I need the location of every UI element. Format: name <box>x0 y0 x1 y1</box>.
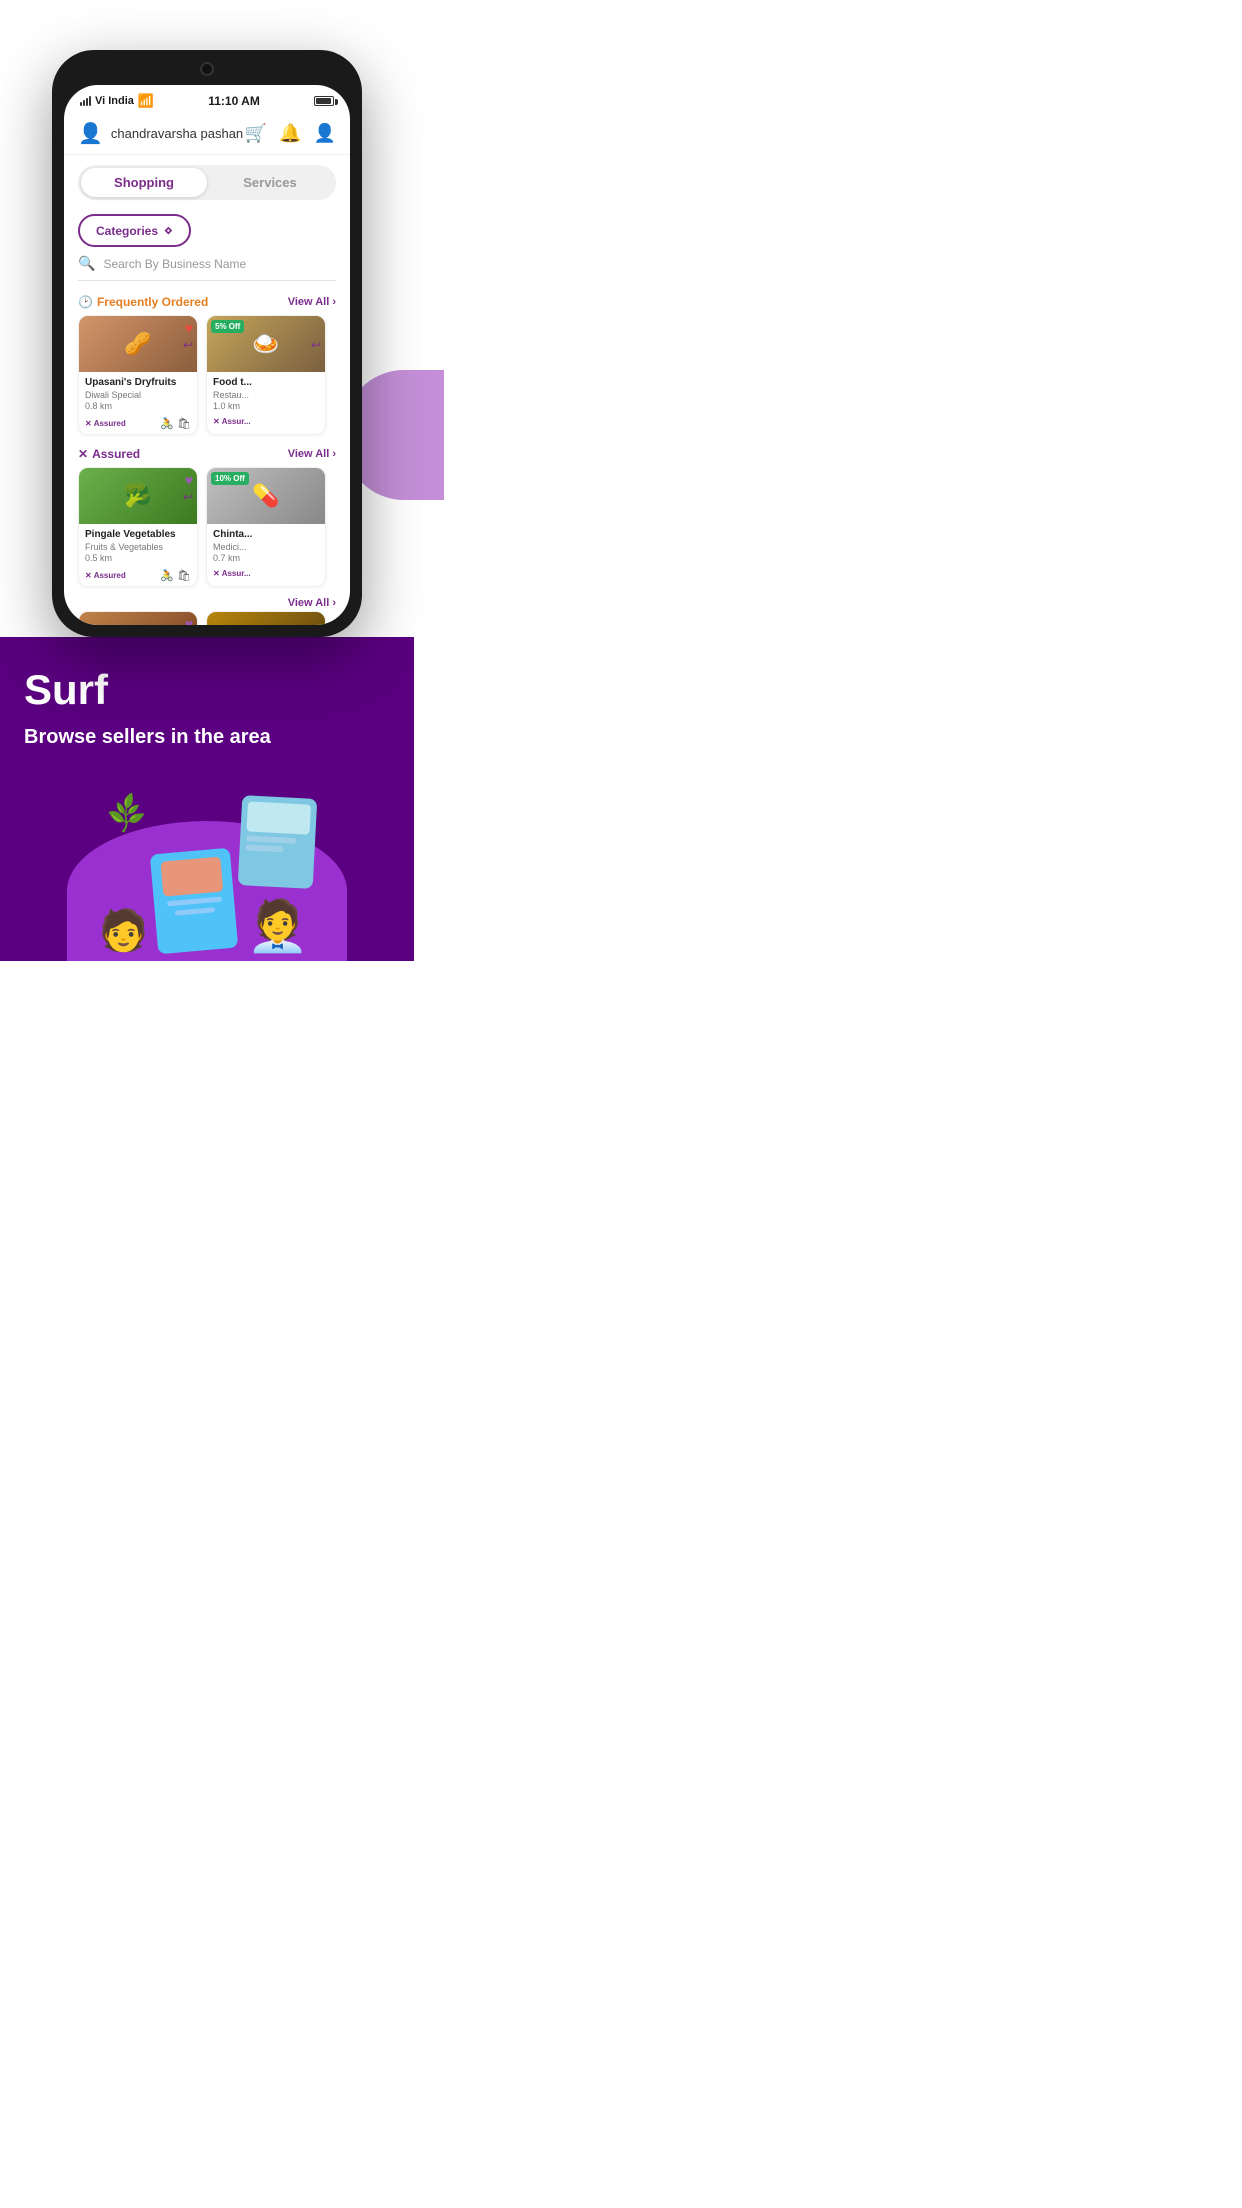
surf-title: Surf <box>24 667 390 713</box>
product-card-chinta[interactable]: 💊 10% Off Chinta... Medici... 0.7 km ✕As… <box>206 467 326 587</box>
phone-screen: Vi India 📶 11:10 AM 👤 chandravarsha pash… <box>64 85 350 625</box>
assured-badge-food: ✕Assur... <box>213 417 251 426</box>
assured-section-icon: ✕ <box>78 447 88 461</box>
status-right <box>314 96 334 106</box>
app-header: 👤 chandravarsha pashan 🛒 🔔 👤 <box>64 113 350 155</box>
status-bar: Vi India 📶 11:10 AM <box>64 85 350 113</box>
frequently-ordered-cards: 🥜 ♥ ↩ Upasani's Dryfruits Diwali Special… <box>64 315 350 443</box>
card-image-upasani: 🥜 <box>79 316 197 372</box>
card-name-pingale: Pingale Vegetables <box>85 528 191 541</box>
categories-row: Categories ⋄ <box>64 210 350 255</box>
illustration-person-sitting: 🧑 <box>99 911 149 951</box>
illustration-card-2 <box>238 795 318 889</box>
illustration-area: 🌿 🌿 🧑 🧑‍💼 <box>24 781 390 961</box>
discount-badge-food: 5% Off <box>211 320 244 333</box>
bell-icon[interactable]: 🔔 <box>279 123 301 144</box>
card-sub-chinta: Medici... <box>213 542 319 552</box>
categories-label: Categories <box>96 224 158 238</box>
card-dist-upasani: 0.8 km <box>85 401 191 411</box>
camera-notch <box>200 62 214 76</box>
grid-icon: ⋄ <box>164 222 173 239</box>
card-sub-food: Restau... <box>213 390 319 400</box>
card-name-upasani: Upasani's Dryfruits <box>85 376 191 389</box>
view-all-more[interactable]: View All <box>288 597 336 609</box>
card-name-chinta: Chinta... <box>213 528 319 541</box>
section-title-frequently-ordered: 🕑 Frequently Ordered <box>78 295 208 309</box>
profile-icon[interactable]: 👤 <box>314 123 336 144</box>
view-all-assured[interactable]: View All <box>288 448 336 460</box>
discount-badge-chinta: 10% Off <box>211 472 249 485</box>
product-card-chicken[interactable]: 🍗 ♥ ↩ ...icken ... Restau... <box>78 611 198 625</box>
clock-icon: 🕑 <box>78 295 93 309</box>
illustration-person-standing: 🧑‍💼 <box>247 901 309 951</box>
illustration-content: 🌿 🌿 🧑 🧑‍💼 <box>99 797 316 961</box>
frequently-ordered-header: 🕑 Frequently Ordered View All <box>64 291 350 315</box>
carrier-label: Vi India <box>95 95 134 107</box>
assured-badge-pingale: ✕Assured <box>85 571 126 580</box>
phone-notch <box>64 62 350 81</box>
delivery-icons-pingale: 🚴 🛍 <box>160 569 191 582</box>
product-card-pingale[interactable]: 🥦 ♥ ↩ Pingale Vegetables Fruits & Vegeta… <box>78 467 198 587</box>
product-card-hotel[interactable]: 🥘 Hotel D... Restau... 0.6 km <box>206 611 326 625</box>
wifi-icon: 📶 <box>138 93 154 109</box>
time-label: 11:10 AM <box>208 94 260 108</box>
illustration-menu-card <box>150 848 238 955</box>
tab-shopping[interactable]: Shopping <box>81 168 207 197</box>
battery-icon <box>314 96 334 106</box>
product-card-food[interactable]: 🍛 5% Off ↩ Food t... Restau... 1.0 km ✕A… <box>206 315 326 435</box>
search-bar: 🔍 Search By Business Name <box>78 255 336 281</box>
share-icon-food[interactable]: ↩ <box>311 338 321 352</box>
share-icon-upasani[interactable]: ↩ <box>183 338 193 352</box>
categories-button[interactable]: Categories ⋄ <box>78 214 191 247</box>
status-left: Vi India 📶 <box>80 93 154 109</box>
surf-subtitle: Browse sellers in the area <box>24 723 390 751</box>
delivery-icons-upasani: 🚴 🛍 <box>160 417 191 430</box>
tab-services[interactable]: Services <box>207 168 333 197</box>
phone-frame: Vi India 📶 11:10 AM 👤 chandravarsha pash… <box>52 50 362 637</box>
share-icon-pingale[interactable]: ↩ <box>183 490 193 504</box>
more-cards: 🍗 ♥ ↩ ...icken ... Restau... 🥘 Hotel D..… <box>64 611 350 625</box>
card-name-food: Food t... <box>213 376 319 389</box>
product-card-upasani[interactable]: 🥜 ♥ ↩ Upasani's Dryfruits Diwali Special… <box>78 315 198 435</box>
assured-icon: ✕ <box>85 419 92 428</box>
search-input[interactable]: Search By Business Name <box>103 257 336 271</box>
assured-badge-chinta: ✕Assur... <box>213 569 251 578</box>
section-title-assured: ✕ Assured <box>78 447 140 461</box>
location-icon: 👤 <box>78 121 103 146</box>
card-dist-chinta: 0.7 km <box>213 553 319 563</box>
view-all-more-row: View All <box>64 595 350 611</box>
card-sub-upasani: Diwali Special <box>85 390 191 400</box>
signal-icon <box>80 96 91 106</box>
assured-header: ✕ Assured View All <box>64 443 350 467</box>
view-all-frequently-ordered[interactable]: View All <box>288 296 336 308</box>
tab-bar: Shopping Services <box>78 165 336 200</box>
card-image-pingale: 🥦 <box>79 468 197 524</box>
heart-icon-pingale[interactable]: ♥ <box>185 472 193 488</box>
assured-badge-upasani: ✕ Assured <box>85 419 126 428</box>
search-icon: 🔍 <box>78 255 95 272</box>
promo-section: Surf Browse sellers in the area 🌿 🌿 🧑 <box>0 637 414 961</box>
cart-icon[interactable]: 🛒 <box>245 123 267 144</box>
assured-cards: 🥦 ♥ ↩ Pingale Vegetables Fruits & Vegeta… <box>64 467 350 595</box>
card-dist-food: 1.0 km <box>213 401 319 411</box>
card-dist-pingale: 0.5 km <box>85 553 191 563</box>
location-label: chandravarsha pashan <box>111 126 245 141</box>
heart-icon-chicken[interactable]: ♥ <box>185 616 193 625</box>
card-sub-pingale: Fruits & Vegetables <box>85 542 191 552</box>
header-icons: 🛒 🔔 👤 <box>245 123 336 144</box>
heart-icon-upasani[interactable]: ♥ <box>185 320 193 336</box>
